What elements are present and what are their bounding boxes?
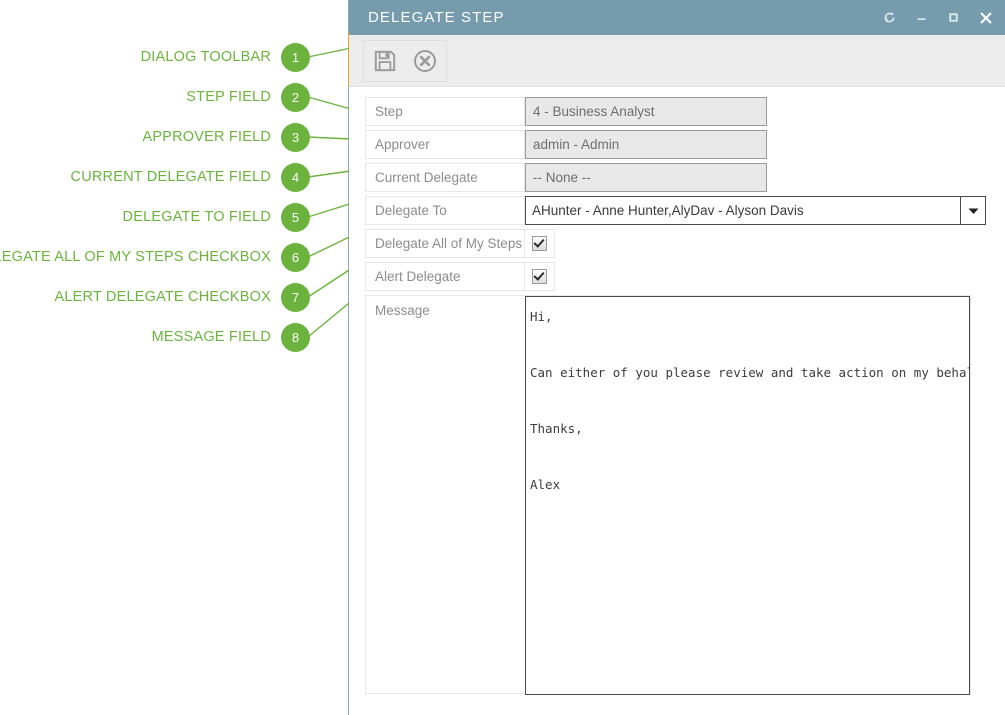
field-row-message: Message Hi, Can either of you please rev… (365, 295, 989, 694)
annotation-label: ALERT DELEGATE CHECKBOX (54, 289, 271, 305)
annotation-badge: 3 (281, 123, 310, 152)
dialog-titlebar: DELEGATE STEP (349, 0, 1005, 35)
field-row-approver: Approver admin - Admin (365, 130, 989, 159)
annotation-label: DELEGATE TO FIELD (123, 209, 271, 225)
delegate-to-combobox[interactable]: AHunter - Anne Hunter,AlyDav - Alyson Da… (525, 196, 986, 225)
annotation-7: ALERT DELEGATE CHECKBOX 7 (54, 282, 310, 312)
toolbar-button-group (363, 40, 447, 82)
annotation-1: DIALOG TOOLBAR 1 (141, 42, 310, 72)
chevron-down-icon[interactable] (960, 197, 985, 224)
save-button[interactable] (368, 44, 402, 78)
delegate-all-steps-checkbox[interactable] (532, 236, 547, 251)
annotation-2: STEP FIELD 2 (186, 82, 310, 112)
message-textarea[interactable]: Hi, Can either of you please review and … (525, 296, 970, 695)
annotation-label: MESSAGE FIELD (152, 329, 271, 345)
annotation-panel: DIALOG TOOLBAR 1 STEP FIELD 2 APPROVER FIELD… (0, 0, 348, 715)
field-row-current-delegate: Current Delegate -- None -- (365, 163, 989, 192)
alert-delegate-checkbox[interactable] (532, 269, 547, 284)
delegate-all-steps-checkbox-cell (525, 229, 555, 258)
maximize-icon[interactable] (947, 11, 961, 24)
annotation-label: DELEGATE ALL OF MY STEPS CHECKBOX (0, 249, 271, 265)
field-row-delegate-to: Delegate To AHunter - Anne Hunter,AlyDav… (365, 196, 989, 225)
annotation-badge: 7 (281, 283, 310, 312)
window-controls (883, 0, 993, 35)
annotation-4: CURRENT DELEGATE FIELD 4 (71, 162, 310, 192)
approver-value: admin - Admin (525, 130, 767, 159)
delegate-all-steps-label: Delegate All of My Steps (365, 229, 525, 258)
approver-label: Approver (365, 130, 525, 159)
alert-delegate-checkbox-cell (525, 262, 555, 291)
alert-delegate-label: Alert Delegate (365, 262, 525, 291)
field-row-step: Step 4 - Business Analyst (365, 97, 989, 126)
annotation-5: DELEGATE TO FIELD 5 (123, 202, 310, 232)
field-row-delegate-all-steps: Delegate All of My Steps (365, 229, 989, 258)
dialog-toolbar (349, 35, 1005, 87)
annotation-badge: 2 (281, 83, 310, 112)
annotation-badge: 6 (281, 243, 310, 272)
dialog-title: DELEGATE STEP (368, 9, 505, 26)
annotation-label: DIALOG TOOLBAR (141, 49, 271, 65)
annotation-label: STEP FIELD (186, 89, 271, 105)
annotation-badge: 5 (281, 203, 310, 232)
delegate-to-value: AHunter - Anne Hunter,AlyDav - Alyson Da… (526, 203, 960, 218)
annotation-badge: 4 (281, 163, 310, 192)
current-delegate-value: -- None -- (525, 163, 767, 192)
annotation-badge: 8 (281, 323, 310, 352)
message-label: Message (365, 295, 525, 694)
current-delegate-label: Current Delegate (365, 163, 525, 192)
message-value: Hi, Can either of you please review and … (530, 303, 969, 499)
minimize-icon[interactable] (915, 11, 929, 24)
delegate-step-dialog: DELEGATE STEP (349, 0, 1005, 715)
annotation-6: DELEGATE ALL OF MY STEPS CHECKBOX 6 (0, 242, 310, 272)
field-row-alert-delegate: Alert Delegate (365, 262, 989, 291)
annotation-8: MESSAGE FIELD 8 (152, 322, 310, 352)
step-label: Step (365, 97, 525, 126)
delegate-to-label: Delegate To (365, 196, 525, 225)
annotation-3: APPROVER FIELD 3 (143, 122, 311, 152)
annotation-badge: 1 (281, 43, 310, 72)
cancel-button[interactable] (408, 44, 442, 78)
close-icon[interactable] (979, 11, 993, 25)
message-field-container: Hi, Can either of you please review and … (525, 295, 971, 694)
restore-icon[interactable] (883, 11, 897, 24)
delegate-form: Step 4 - Business Analyst Approver admin… (349, 87, 1005, 694)
step-value: 4 - Business Analyst (525, 97, 767, 126)
annotation-label: APPROVER FIELD (143, 129, 272, 145)
annotation-label: CURRENT DELEGATE FIELD (71, 169, 271, 185)
